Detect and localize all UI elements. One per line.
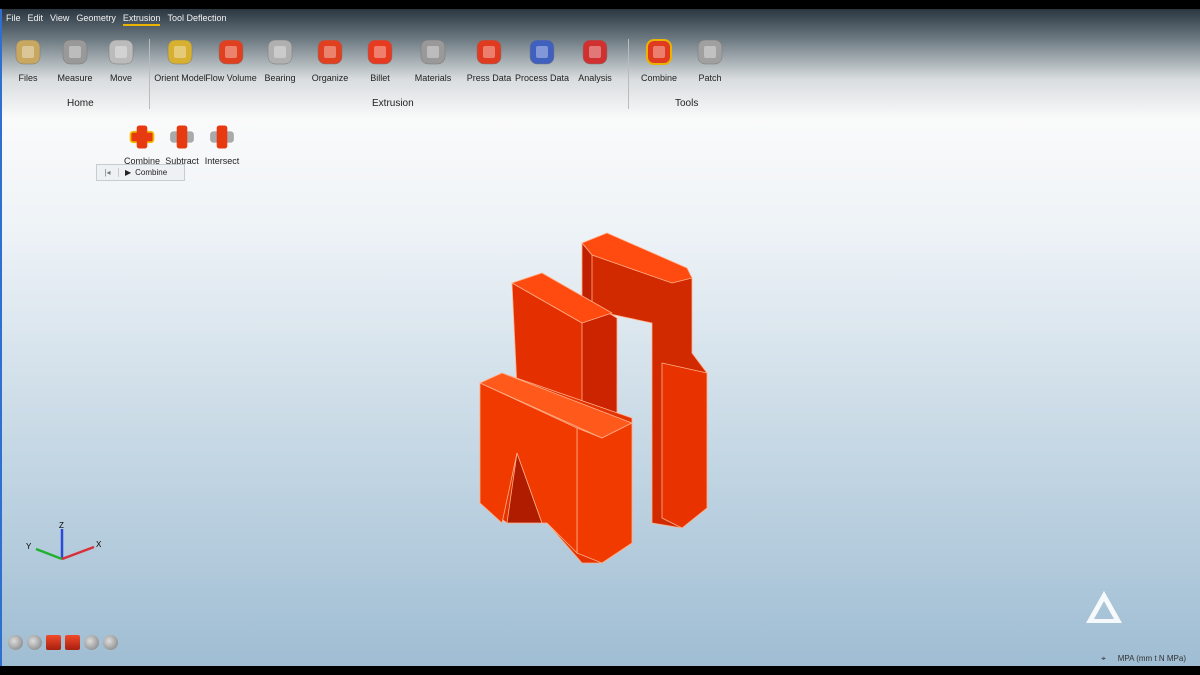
menu-file[interactable]: File (6, 12, 21, 26)
tool-label: Patch (698, 73, 722, 83)
tool-orient-model-button[interactable]: Orient Model (152, 35, 208, 83)
axis-x-label: X (96, 540, 102, 549)
tool-materials-button[interactable]: Materials (405, 35, 461, 83)
tool-icon (62, 39, 88, 65)
zoom-view-icon[interactable] (84, 635, 99, 650)
tool-icon (167, 39, 193, 65)
units-label[interactable]: MPA (mm t N MPa) (1118, 654, 1186, 664)
play-icon: ▶ (125, 168, 132, 177)
tool-label: Materials (414, 73, 452, 83)
tool-label: Bearing (264, 73, 296, 83)
tool-billet-button[interactable]: Billet (352, 35, 408, 83)
model-3d-view[interactable] (472, 223, 717, 569)
tool-analysis-button[interactable]: Analysis (567, 35, 623, 83)
tool-label: Billet (370, 73, 390, 83)
reset-view-icon[interactable] (103, 635, 118, 650)
view-toolbar (8, 635, 118, 650)
tool-icon (15, 39, 41, 65)
tool-label: Orient Model (154, 73, 206, 83)
pan-view-icon[interactable] (27, 635, 42, 650)
tool-label: Move (109, 73, 132, 83)
tool-icon (697, 39, 723, 65)
group-extrusion-label: Extrusion (372, 98, 414, 109)
axis-triad: Z Y X (26, 521, 102, 561)
tool-combine-button[interactable]: Combine (631, 35, 687, 83)
tool-icon (529, 39, 555, 65)
tool-label: Organize (311, 73, 349, 83)
menu-bar: File Edit View Geometry Extrusion Tool D… (6, 12, 226, 26)
logo-icon (1086, 591, 1122, 623)
app-window: File Edit View Geometry Extrusion Tool D… (0, 9, 1200, 666)
subtool-intersect-button[interactable]: Intersect (194, 122, 250, 166)
tool-press-data-button[interactable]: Press Data (461, 35, 517, 83)
breadcrumb: |◂ ▶ Combine (96, 164, 185, 181)
menu-tool-deflection[interactable]: Tool Deflection (167, 12, 226, 26)
tool-label: Process Data (514, 73, 570, 83)
divider (149, 39, 150, 109)
section-view-icon[interactable] (46, 635, 61, 650)
tool-icon (108, 39, 134, 65)
status-bar: ⌖ MPA (mm t N MPa) (1101, 654, 1186, 664)
rotate-view-icon[interactable] (8, 635, 23, 650)
group-tools-label: Tools (675, 98, 699, 109)
tool-icon (646, 39, 672, 65)
axis-z-label: Z (59, 521, 64, 530)
subtool-label: Intersect (204, 156, 240, 166)
tool-label: Press Data (466, 73, 512, 83)
first-step-button[interactable]: |◂ (97, 168, 119, 177)
tool-label: Analysis (578, 73, 612, 83)
snap-icon[interactable]: ⌖ (1101, 654, 1106, 664)
menu-geometry[interactable]: Geometry (76, 12, 116, 26)
tool-label: Combine (640, 73, 678, 83)
tool-icon (218, 39, 244, 65)
tool-icon (582, 39, 608, 65)
menu-extrusion[interactable]: Extrusion (122, 12, 161, 26)
tool-bearing-button[interactable]: Bearing (252, 35, 308, 83)
menu-edit[interactable]: Edit (28, 12, 44, 26)
tool-organize-button[interactable]: Organize (302, 35, 358, 83)
tool-patch-button[interactable]: Patch (682, 35, 738, 83)
fit-view-icon[interactable] (65, 635, 80, 650)
tool-process-data-button[interactable]: Process Data (514, 35, 570, 83)
tool-icon (476, 39, 502, 65)
tool-icon (367, 39, 393, 65)
tool-icon (420, 39, 446, 65)
menu-view[interactable]: View (50, 12, 69, 26)
tool-flow-volume-button[interactable]: Flow Volume (203, 35, 259, 83)
subtool-icon (210, 125, 234, 149)
breadcrumb-current[interactable]: Combine (135, 168, 167, 177)
tool-icon (267, 39, 293, 65)
axis-y-label: Y (26, 542, 32, 551)
tool-label: Flow Volume (205, 73, 257, 83)
group-home-label: Home (67, 98, 94, 109)
divider (628, 39, 629, 109)
tool-icon (317, 39, 343, 65)
tool-move-button[interactable]: Move (93, 35, 149, 83)
